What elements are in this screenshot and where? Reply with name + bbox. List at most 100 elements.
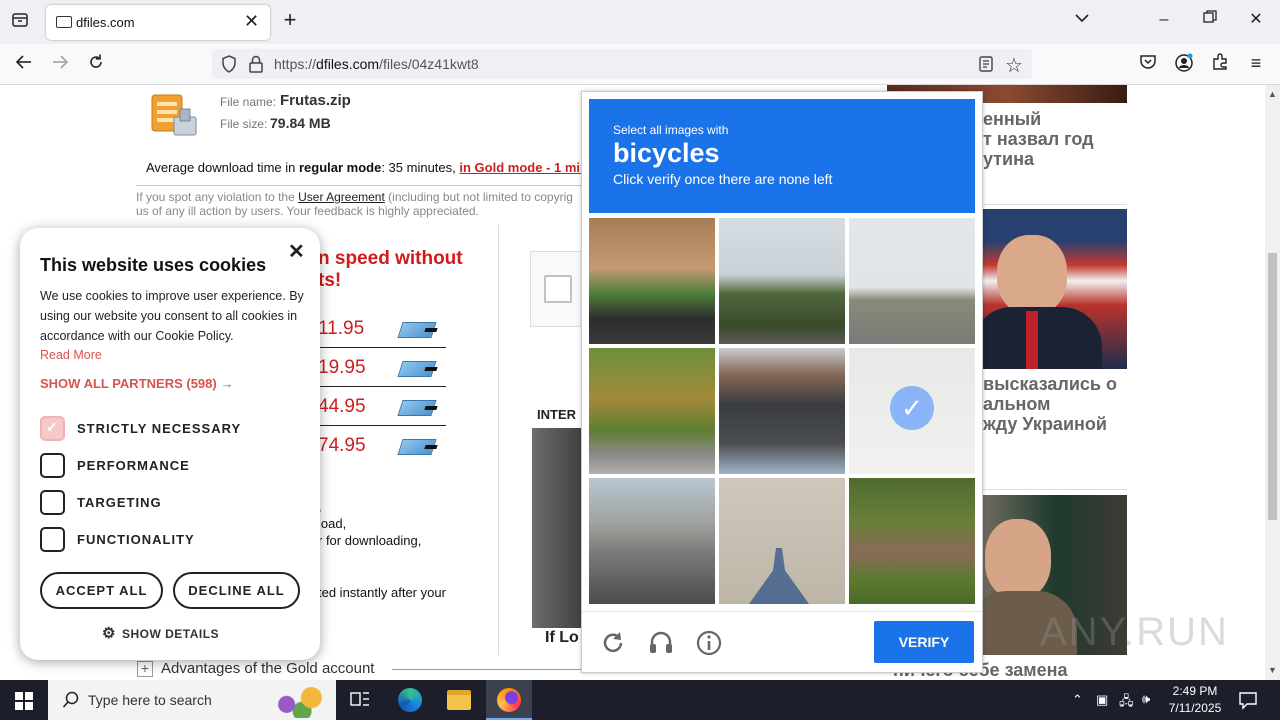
reload-challenge-icon[interactable] xyxy=(599,629,627,662)
anyrun-watermark: ANY.RUN xyxy=(1040,610,1229,654)
price-divider xyxy=(300,347,446,348)
url-bar[interactable]: https://dfiles.com/files/04z41kwt8 ☆ xyxy=(212,49,1032,79)
app-menu-icon[interactable]: ≡ xyxy=(1245,53,1267,75)
divider-line xyxy=(136,185,582,186)
show-partners-link[interactable]: SHOW ALL PARTNERS (598) → xyxy=(40,376,233,391)
accept-all-button[interactable]: ACCEPT ALL xyxy=(40,572,163,609)
browser-tab[interactable]: dfiles.com ✕ xyxy=(46,5,270,40)
scroll-up-arrow-icon[interactable]: ▲ xyxy=(1268,89,1277,99)
tray-chevron-icon[interactable]: ⌃ xyxy=(1072,692,1083,708)
tracking-protection-shield-icon[interactable] xyxy=(220,55,238,78)
price-2[interactable]: 19.95 xyxy=(318,357,366,379)
gold-text-line1: , xyxy=(318,498,421,515)
forward-icon[interactable] xyxy=(49,53,71,75)
gold-headline-line1: n speed without xyxy=(318,248,463,269)
image-captcha-challenge: Select all images with bicycles Click ve… xyxy=(581,91,983,673)
firefox-taskbar-item[interactable] xyxy=(486,680,532,720)
interview-image xyxy=(532,428,584,628)
performance-checkbox[interactable] xyxy=(40,453,65,478)
url-text[interactable]: https://dfiles.com/files/04z41kwt8 xyxy=(274,56,479,72)
news-1-line1: енный xyxy=(983,109,1042,129)
captcha-tile-6-selected[interactable]: ✓ xyxy=(849,348,975,474)
captcha-tile-2[interactable] xyxy=(719,218,845,344)
violation-notice: If you spot any violation to the User Ag… xyxy=(136,190,582,218)
price-3[interactable]: 44.95 xyxy=(318,396,366,418)
captcha-tile-8[interactable] xyxy=(719,478,845,604)
reader-view-icon[interactable] xyxy=(978,55,994,78)
minimize-icon[interactable]: – xyxy=(1153,10,1175,32)
notifications-icon[interactable] xyxy=(1238,690,1258,715)
file-explorer-icon[interactable] xyxy=(447,690,471,710)
windows-start-icon[interactable] xyxy=(15,692,33,715)
price-4[interactable]: 74.95 xyxy=(318,435,366,457)
network-icon[interactable]: 🖧 xyxy=(1119,692,1134,714)
reload-icon[interactable] xyxy=(85,53,107,75)
file-size-label: File size: xyxy=(220,117,268,131)
restore-icon[interactable] xyxy=(1199,10,1221,32)
functionality-checkbox[interactable] xyxy=(40,527,65,552)
navigation-bar: https://dfiles.com/files/04z41kwt8 ☆ ≡ xyxy=(0,44,1280,85)
page-scrollbar[interactable]: ▲ ▼ xyxy=(1265,85,1280,680)
gold-ticket-icon xyxy=(397,361,437,377)
bookmark-star-icon[interactable]: ☆ xyxy=(1005,53,1023,78)
account-icon[interactable] xyxy=(1173,53,1195,75)
tab-list-icon[interactable] xyxy=(9,11,31,33)
user-agreement-link[interactable]: User Agreement xyxy=(298,190,385,204)
advantages-link[interactable]: Advantages of the Gold account xyxy=(161,660,374,677)
show-details-button[interactable]: ⚙ SHOW DETAILS xyxy=(102,624,219,642)
list-all-tabs-icon[interactable] xyxy=(1071,10,1093,32)
search-placeholder: Type here to search xyxy=(88,692,212,708)
extensions-icon[interactable] xyxy=(1209,53,1231,75)
tab-bar: dfiles.com ✕ + – ✕ xyxy=(0,0,1280,44)
clock[interactable]: 2:49 PM 7/11/2025 xyxy=(1162,683,1228,717)
info-icon[interactable] xyxy=(695,629,723,662)
verify-button[interactable]: VERIFY xyxy=(874,621,974,663)
volume-icon[interactable]: 🕪 xyxy=(1142,691,1150,707)
back-icon[interactable] xyxy=(13,53,35,75)
recaptcha-checkbox[interactable] xyxy=(544,275,572,303)
news-title-2[interactable]: высказались о альном жду Украиной xyxy=(983,374,1117,434)
taskbar-search-box[interactable]: Type here to search xyxy=(48,680,336,720)
captcha-tile-7[interactable] xyxy=(589,478,715,604)
decline-all-button[interactable]: DECLINE ALL xyxy=(173,572,300,609)
news-title-1[interactable]: енный т назвал год утина xyxy=(983,109,1094,169)
tab-title: dfiles.com xyxy=(76,15,135,30)
price-1[interactable]: 11.95 xyxy=(318,318,364,340)
gold-benefits-text: , load, r for downloading, xyxy=(318,498,421,549)
gold-ticket-icon xyxy=(397,322,437,338)
scroll-down-arrow-icon[interactable]: ▼ xyxy=(1268,665,1277,675)
captcha-instruction-top: Select all images with xyxy=(613,123,729,137)
cookie-consent-panel: ✕ This website uses cookies We use cooki… xyxy=(20,228,320,660)
close-tab-icon[interactable]: ✕ xyxy=(244,11,259,32)
task-view-icon[interactable] xyxy=(350,691,370,714)
url-host: dfiles.com xyxy=(316,56,380,72)
news-1-line2: т назвал год xyxy=(983,129,1094,149)
regular-mode-label: regular mode xyxy=(298,160,382,175)
new-tab-icon[interactable]: + xyxy=(279,9,301,32)
scrollbar-thumb[interactable] xyxy=(1268,253,1277,520)
captcha-tile-5[interactable] xyxy=(719,348,845,474)
close-window-icon[interactable]: ✕ xyxy=(1245,10,1267,32)
gold-text-line2: load, xyxy=(318,516,347,531)
gold-text-line3: r for downloading, xyxy=(318,533,422,548)
shadow-shape xyxy=(749,548,809,604)
captcha-tile-4[interactable] xyxy=(589,348,715,474)
checkmark-icon: ✓ xyxy=(46,419,58,435)
lock-icon[interactable] xyxy=(248,55,264,78)
person-face xyxy=(997,235,1067,315)
gold-mode-link[interactable]: in Gold mode - 1 minut xyxy=(459,160,582,175)
targeting-checkbox[interactable] xyxy=(40,490,65,515)
expand-plus-icon[interactable]: + xyxy=(137,661,153,677)
if-lo-label: If Lo xyxy=(545,629,579,646)
violation-line2: us of any ill action by users. Your feed… xyxy=(136,204,479,218)
audio-challenge-icon[interactable] xyxy=(647,629,675,662)
captcha-tile-3[interactable] xyxy=(849,218,975,344)
close-cookie-icon[interactable]: ✕ xyxy=(288,239,305,264)
tray-device-icon[interactable]: ▣ xyxy=(1096,692,1108,708)
captcha-tile-1[interactable] xyxy=(589,218,715,344)
read-more-link[interactable]: Read More xyxy=(40,348,102,362)
captcha-tile-9[interactable] xyxy=(849,478,975,604)
pocket-icon[interactable] xyxy=(1137,53,1159,75)
edge-browser-icon[interactable] xyxy=(398,688,422,712)
gold-text-line4: ted instantly after your xyxy=(318,585,446,600)
